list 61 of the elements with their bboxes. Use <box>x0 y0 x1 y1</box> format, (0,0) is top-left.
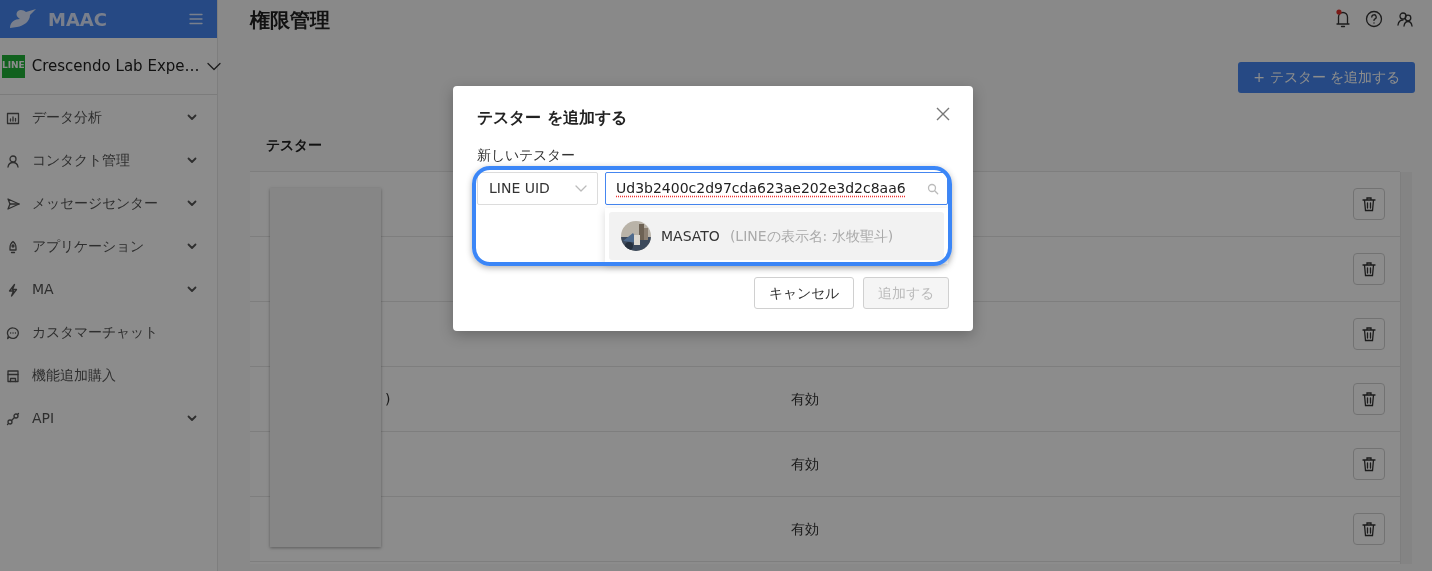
trash-icon <box>1362 196 1376 212</box>
line-badge: LINE <box>2 54 25 78</box>
delete-button[interactable] <box>1353 383 1385 415</box>
suggestion-item[interactable]: MASATO (LINEの表示名: 水牧聖斗) <box>609 212 944 261</box>
brand-name: MAAC <box>48 7 107 32</box>
close-button[interactable] <box>935 106 951 122</box>
sidebar-item[interactable]: 機能追加購入 <box>0 354 217 397</box>
chevron-down-icon <box>206 61 221 71</box>
sidebar-item[interactable]: カスタマーチャット <box>0 311 217 354</box>
field-label: 新しいテスター <box>477 146 576 166</box>
chart-icon <box>6 110 20 125</box>
sidebar-item[interactable]: API <box>0 397 217 440</box>
status-cell-text: 有効 <box>790 519 820 539</box>
sidebar-item[interactable]: データ分析 <box>0 96 217 139</box>
add-tester-button[interactable]: + テスター を追加する <box>1238 62 1415 93</box>
plug-icon <box>6 411 20 426</box>
id-type-select[interactable]: LINE UID <box>477 172 598 206</box>
sidebar-item[interactable]: MA <box>0 268 217 311</box>
trash-icon <box>1362 391 1376 407</box>
rocket-icon <box>6 239 20 254</box>
sidebar-item-label: MA <box>32 280 55 299</box>
person-icon <box>6 153 20 168</box>
trash-icon <box>1362 326 1376 342</box>
help-icon[interactable] <box>1365 10 1383 28</box>
store-icon <box>6 368 20 383</box>
column-header: テスター <box>266 137 322 153</box>
close-icon <box>935 106 951 122</box>
sidebar-item-label: アプリケーション <box>32 237 145 256</box>
delete-button[interactable] <box>1353 188 1385 220</box>
send-icon <box>6 196 20 211</box>
bolt-icon <box>6 282 20 297</box>
sidebar-item-label: コンタクト管理 <box>32 151 131 170</box>
sidebar-item-label: メッセージセンター <box>32 194 159 213</box>
trash-icon <box>1362 456 1376 472</box>
chevron-down-icon <box>575 185 587 193</box>
trash-icon <box>1362 521 1376 537</box>
status-cell-text: 有効 <box>790 389 820 409</box>
sidebar-item-label: API <box>32 409 56 428</box>
bell-icon[interactable] <box>1335 9 1351 29</box>
sidebar-item-label: 機能追加購入 <box>32 366 117 385</box>
suggestion-name: MASATO <box>661 226 720 246</box>
users-icon[interactable] <box>1397 11 1415 27</box>
search-icon <box>927 182 939 195</box>
delete-button[interactable] <box>1353 253 1385 285</box>
status-cell-text: 有効 <box>790 454 820 474</box>
delete-button[interactable] <box>1353 318 1385 350</box>
sidebar-item[interactable]: アプリケーション <box>0 225 217 268</box>
sidebar-item-label: カスタマーチャット <box>32 323 159 342</box>
sidebar-item[interactable]: コンタクト管理 <box>0 139 217 182</box>
sidebar-item-label: データ分析 <box>32 108 103 127</box>
cancel-button[interactable]: キャンセル <box>754 277 854 310</box>
page-title: 権限管理 <box>250 8 330 32</box>
delete-button[interactable] <box>1353 513 1385 545</box>
delete-button[interactable] <box>1353 448 1385 480</box>
dialog-title: テスター を追加する <box>477 108 627 128</box>
suggestion-detail: (LINEの表示名: 水牧聖斗) <box>729 226 894 246</box>
chat-icon <box>6 325 20 340</box>
account-name: Crescendo Lab Expe… <box>31 55 200 77</box>
sidebar-item[interactable]: メッセージセンター <box>0 182 217 225</box>
trash-icon <box>1362 261 1376 277</box>
tester-name: ) <box>385 390 391 407</box>
